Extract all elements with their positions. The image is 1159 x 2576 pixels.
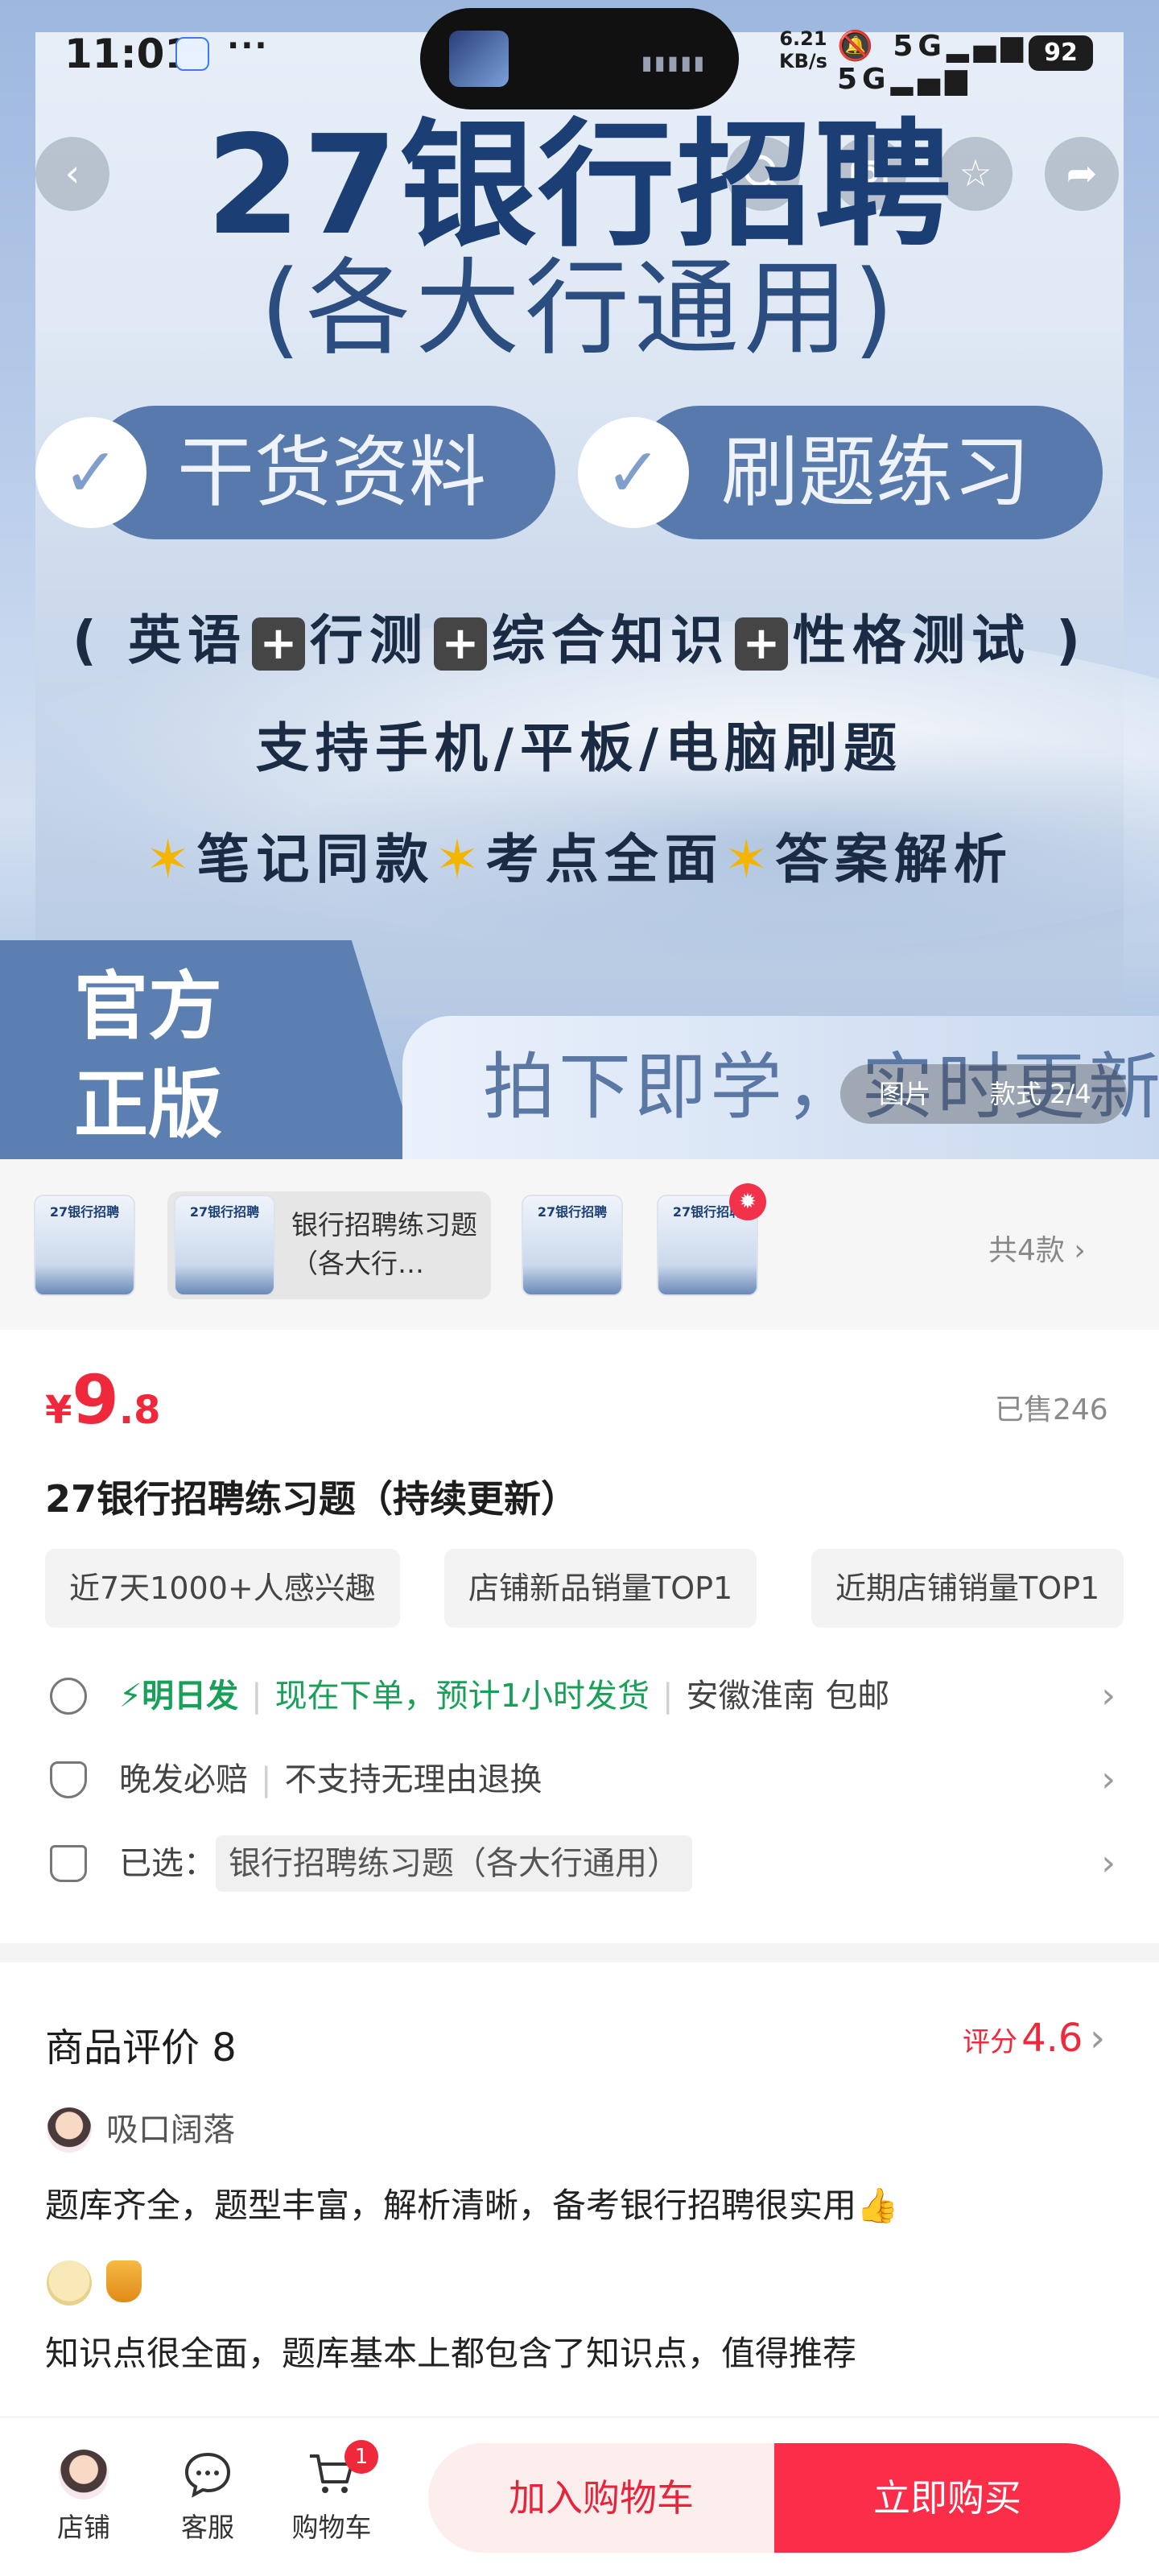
variant-selected[interactable]: 27银行招聘 银行招聘练习题（各大行… [167,1191,491,1299]
selected-spec-row[interactable]: 已选： 银行招聘练习题（各大行通用） › [45,1827,1116,1900]
ship-note: 现在下单，预计1小时发货 [274,1678,650,1715]
chevron-right-icon[interactable]: › [1090,2016,1105,2061]
counter-tab-image[interactable]: 图片 [879,1064,930,1124]
counter-variant[interactable]: 款式 2/4 [990,1064,1091,1124]
tag-sales-top: 近期店铺销量TOP1 [811,1549,1124,1628]
product-image-carousel[interactable]: 11:01 ··· ▮▮▮▮▮ 6.21 KB/s 🔕 5G▂▄▆ 5G▂▄▆ … [0,0,1159,1159]
sparkle-icon: ✶ [146,828,197,890]
hero-pill-materials: 干货资料 [89,406,555,539]
signal-bars-icon: ▂▄▆ [946,30,1029,63]
check-icon: ✓ [578,417,689,528]
hero-pill-practice: 刷题练习 [633,406,1103,539]
hero-features: ✶笔记同款✶考点全面✶答案解析 [146,828,1013,890]
chevron-right-icon: › [1101,1843,1116,1884]
product-title: 27银行招聘练习题（持续更新） [45,1477,579,1521]
more-notifications-icon: ··· [227,27,269,64]
notification-app-icon [175,37,209,71]
honey-jar-icon [106,2260,142,2302]
plus-icon: + [735,617,788,671]
sold-count: 已售246 [995,1393,1108,1426]
ship-label: 明日发 [142,1678,239,1715]
add-to-cart-button[interactable]: 加入购物车 [428,2443,774,2553]
shop-button[interactable]: 店铺 [35,2450,132,2545]
battery-indicator: 92 [1029,35,1093,71]
bottom-action-bar: 店铺 客服 购物车 1 加入购物车 立即购买 [0,2417,1159,2576]
section-divider [0,1943,1159,1963]
sparkle-icon: ✶ [435,828,486,890]
ship-origin: 安徽淮南 包邮 [686,1678,890,1715]
hero-devices: 支持手机/平板/电脑刷题 [255,717,904,779]
tag-interest: 近7天1000+人感兴趣 [45,1549,400,1628]
bolt-icon: ⚡ [119,1678,142,1715]
variant-thumb[interactable]: 27银行招聘 [522,1195,623,1296]
chevron-right-icon: › [1101,1759,1116,1800]
variant-thumb[interactable]: 27银行招聘 [34,1195,135,1296]
shop-avatar-icon [59,2450,109,2500]
customer-service-button[interactable]: 客服 [159,2450,256,2545]
guarantee-row[interactable]: 晚发必赔 | 不支持无理由退换 › [45,1744,1116,1816]
avatar [47,2107,92,2153]
review-score[interactable]: 评分 4.6 [963,2016,1083,2061]
audio-wave-icon: ▮▮▮▮▮ [641,52,707,74]
selected-spec-chip: 银行招聘练习题（各大行通用） [216,1835,692,1892]
review-text: 知识点很全面，题库基本上都包含了知识点，值得推荐 [45,2334,857,2373]
chat-icon [184,2452,231,2498]
review-text: 题库齐全，题型丰富，解析清晰，备考银行招聘很实用👍 [45,2186,899,2225]
shipping-row[interactable]: ⚡明日发 | 现在下单，预计1小时发货 | 安徽淮南 包邮 › [45,1660,1116,1732]
network-speed: 6.21 KB/s [779,27,827,72]
hero-subtitle: (各大行通用) [260,247,899,369]
reviews-heading[interactable]: 商品评价 8 [45,2016,237,2072]
check-icon: ✓ [35,417,146,528]
selected-prefix: 已选： [119,1845,216,1882]
official-badge: 官方 正版 [0,940,419,1159]
chevron-right-icon: › [1074,1234,1086,1267]
package-icon [50,1678,87,1715]
reviewer-name: 吸口阔落 [106,2112,235,2149]
sparkle-icon: ✶ [724,828,775,890]
variant-count-link[interactable]: 共4款 › [988,1227,1086,1269]
avatar [47,2260,92,2306]
variant-thumb: 27银行招聘 [174,1195,275,1296]
plus-icon: + [434,617,487,671]
variant-selector: 27银行招聘 27银行招聘 银行招聘练习题（各大行… 27银行招聘 27银行招聘… [0,1159,1159,1330]
cart-button[interactable]: 购物车 1 [283,2440,380,2545]
mute-icon: 🔕 [837,30,878,63]
variant-label: 银行招聘练习题（各大行… [291,1209,477,1279]
guarantee-return: 不支持无理由退换 [284,1761,542,1798]
image-counter[interactable]: 图片 款式 2/4 [840,1064,1127,1124]
plus-icon: + [252,617,305,671]
cart-count-badge: 1 [344,2440,378,2474]
signal-5g-1: 5G [893,30,947,63]
bag-icon [50,1845,87,1882]
price: ¥9.8 [45,1360,161,1439]
tag-new-top: 店铺新品销量TOP1 [444,1549,757,1628]
hero-subjects: ( 英语 + 行测 + 综合知识 + 性格测试 ) [72,609,1087,671]
status-time: 11:01 [64,31,193,77]
fire-icon: ✹ [729,1183,766,1220]
guarantee-late: 晚发必赔 [119,1761,248,1798]
shield-check-icon [50,1761,87,1798]
buy-now-button[interactable]: 立即购买 [774,2443,1120,2553]
chevron-right-icon: › [1101,1675,1116,1716]
